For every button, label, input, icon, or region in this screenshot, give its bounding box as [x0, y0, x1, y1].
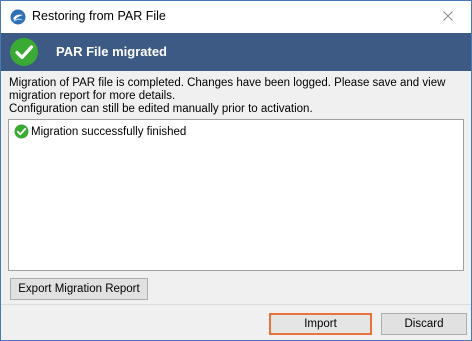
- log-entry-text: Migration successfully finished: [31, 125, 187, 138]
- list-item: Migration successfully finished: [14, 124, 186, 139]
- title-bar[interactable]: Restoring from PAR File: [1, 1, 471, 33]
- message-line-1: Migration of PAR file is completed. Chan…: [9, 77, 446, 89]
- window-title: Restoring from PAR File: [32, 9, 166, 23]
- import-button[interactable]: Import: [269, 313, 372, 335]
- discard-button[interactable]: Discard: [381, 313, 467, 335]
- dialog-footer: Import Discard: [1, 304, 471, 340]
- check-circle-icon: [9, 37, 39, 67]
- message-line-3: Configuration can still be edited manual…: [9, 103, 313, 115]
- close-button[interactable]: [425, 1, 471, 33]
- dialog-window: Restoring from PAR File PAR File migrate…: [0, 0, 472, 341]
- close-icon: [443, 10, 453, 24]
- check-circle-icon: [14, 124, 29, 139]
- banner-title: PAR File migrated: [56, 44, 168, 59]
- status-banner: PAR File migrated: [1, 33, 471, 71]
- export-migration-report-button[interactable]: Export Migration Report: [10, 278, 148, 300]
- status-message: Migration of PAR file is completed. Chan…: [9, 77, 465, 116]
- migration-log-list[interactable]: Migration successfully finished: [8, 119, 464, 271]
- message-line-2: migration report for more details.: [9, 90, 176, 102]
- app-logo-icon: [10, 9, 26, 25]
